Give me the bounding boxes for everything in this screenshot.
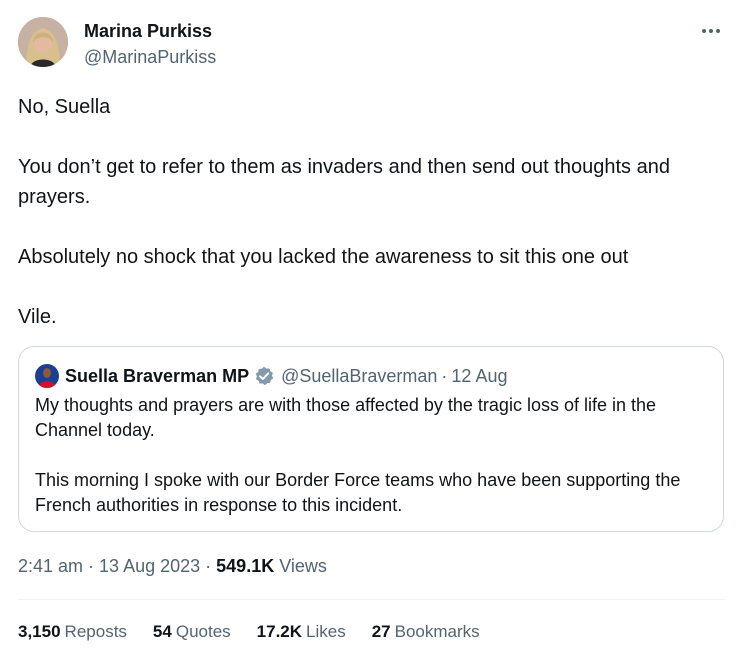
tweet: Marina Purkiss @MarinaPurkiss No, Suella… — [0, 0, 743, 662]
quoted-text-paragraph: My thoughts and prayers are with those a… — [35, 395, 657, 440]
tweet-text-line: You don’t get to refer to them as invade… — [18, 156, 670, 208]
quotes-label: Quotes — [175, 622, 231, 641]
quotes-stat[interactable]: 54 Quotes — [153, 620, 231, 644]
separator-dot: · — [205, 556, 212, 576]
tweet-text-line: No, Suella — [18, 96, 111, 118]
author-info: Marina Purkiss @MarinaPurkiss — [84, 20, 216, 69]
quoted-tweet[interactable]: Suella Braverman MP @SuellaBraverman · 1… — [18, 346, 724, 532]
tweet-date[interactable]: 13 Aug 2023 — [99, 556, 200, 576]
reposts-label: Reposts — [64, 622, 127, 641]
author-avatar[interactable] — [18, 17, 68, 67]
tweet-time[interactable]: 2:41 am — [18, 556, 83, 576]
tweet-header: Marina Purkiss @MarinaPurkiss — [18, 17, 725, 69]
author-handle[interactable]: @MarinaPurkiss — [84, 45, 216, 69]
engagement-stats: 3,150 Reposts 54 Quotes 17.2K Likes 27 Bookm… — [18, 620, 506, 644]
quoted-author-avatar[interactable] — [35, 364, 59, 388]
tweet-text-line: Vile. — [18, 306, 57, 328]
quoted-tweet-header: Suella Braverman MP @SuellaBraverman · 1… — [35, 364, 507, 388]
likes-label: Likes — [306, 622, 346, 641]
bookmarks-label: Bookmarks — [394, 622, 480, 641]
divider — [18, 599, 725, 600]
views-label: Views — [279, 556, 327, 576]
tweet-text: No, Suella You don’t get to refer to the… — [18, 92, 718, 332]
bookmarks-stat[interactable]: 27 Bookmarks — [372, 620, 480, 644]
bookmarks-count: 27 — [371, 622, 391, 641]
tweet-meta: 2:41 am · 13 Aug 2023 · 549.1K Views — [18, 554, 327, 578]
more-options-icon[interactable] — [697, 17, 725, 45]
quoted-author-handle[interactable]: @SuellaBraverman — [281, 366, 437, 387]
likes-stat[interactable]: 17.2K Likes — [257, 620, 346, 644]
reposts-count: 3,150 — [18, 622, 61, 641]
verified-badge-icon — [254, 366, 274, 386]
separator-dot: · — [441, 365, 448, 386]
quoted-tweet-text: My thoughts and prayers are with those a… — [35, 393, 715, 518]
reposts-stat[interactable]: 3,150 Reposts — [18, 620, 127, 644]
quoted-author-name[interactable]: Suella Braverman MP — [65, 366, 249, 387]
quoted-tweet-date[interactable]: 12 Aug — [451, 366, 507, 387]
quotes-count: 54 — [152, 622, 172, 641]
quoted-text-paragraph: This morning I spoke with our Border For… — [35, 470, 681, 515]
views-count: 549.1K — [216, 556, 275, 576]
author-name[interactable]: Marina Purkiss — [84, 20, 216, 42]
tweet-text-line: Absolutely no shock that you lacked the … — [18, 246, 629, 268]
likes-count: 17.2K — [256, 622, 303, 641]
separator-dot: · — [88, 556, 95, 576]
